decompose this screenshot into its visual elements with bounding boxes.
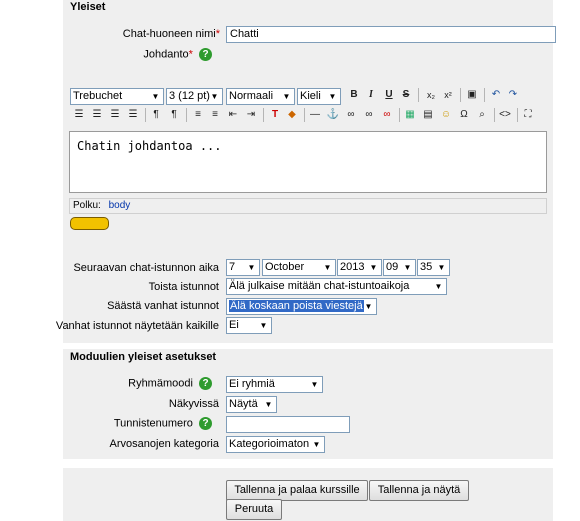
justify-icon[interactable]: ☰	[125, 107, 141, 123]
html-source-icon[interactable]: <>	[497, 107, 513, 123]
fullscreen-icon[interactable]: ⛶	[520, 107, 536, 123]
save-sessions-label: Säästä vanhat istunnot	[107, 300, 219, 312]
editor-statusbar: Polku: body	[69, 198, 547, 214]
toolbar-divider	[145, 108, 146, 122]
chevron-down-icon: ▼	[151, 92, 160, 101]
help-icon[interactable]: ?	[199, 48, 212, 61]
chevron-down-icon: ▼	[369, 263, 378, 272]
font-family-select[interactable]: Trebuchet ▼	[70, 88, 164, 105]
repeat-label: Toista istunnot	[148, 281, 219, 293]
chevron-down-icon: ▼	[403, 263, 412, 272]
toolbar-divider	[494, 108, 495, 122]
strikethrough-icon[interactable]: S	[398, 87, 414, 103]
image-icon[interactable]: ▦	[402, 107, 418, 123]
chevron-down-icon: ▼	[264, 400, 273, 409]
intro-label: Johdanto* ?	[143, 48, 212, 61]
anchor-icon[interactable]: ⚓	[325, 107, 341, 123]
chevron-down-icon: ▼	[328, 92, 337, 101]
name-label: Chat-huoneen nimi*	[122, 28, 220, 40]
smiley-icon[interactable]: ☺	[438, 107, 454, 123]
ltr-icon[interactable]: ¶	[148, 107, 164, 123]
background-color-icon[interactable]: ◆	[284, 107, 300, 123]
rtl-icon[interactable]: ¶	[166, 107, 182, 123]
align-center-icon[interactable]: ☰	[89, 107, 105, 123]
chevron-down-icon: ▼	[310, 380, 319, 389]
month-select[interactable]: October ▼	[262, 259, 336, 276]
show-sessions-select[interactable]: Ei ▼	[226, 317, 272, 334]
grade-category-label: Arvosanojen kategoria	[109, 438, 219, 450]
save-sessions-select[interactable]: Älä koskaan poista viestejä ▼	[226, 298, 377, 315]
minute-select[interactable]: 35 ▼	[417, 259, 450, 276]
show-sessions-label: Vanhat istunnot näytetään kaikille	[55, 320, 219, 332]
style-select[interactable]: Normaali ▼	[226, 88, 295, 105]
language-select[interactable]: Kieli ▼	[297, 88, 341, 105]
table-icon[interactable]: ▤	[420, 107, 436, 123]
general-legend: Yleiset	[70, 1, 106, 13]
chevron-down-icon: ▼	[437, 263, 446, 272]
italic-icon[interactable]: I	[363, 87, 379, 103]
save-and-display-button[interactable]: Tallenna ja näytä	[369, 480, 469, 501]
visible-select[interactable]: Näytä ▼	[226, 396, 277, 413]
required-icon: *	[215, 28, 220, 40]
undo-icon[interactable]: ↶	[488, 87, 504, 103]
clean-html-icon[interactable]: ▣	[464, 87, 480, 103]
hour-select[interactable]: 09 ▼	[383, 259, 416, 276]
nolink-icon[interactable]: ∞	[379, 107, 395, 123]
bold-icon[interactable]: B	[346, 87, 362, 103]
chevron-down-icon: ▼	[364, 302, 373, 311]
font-size-select[interactable]: 3 (12 pt) ▼	[166, 88, 223, 105]
align-right-icon[interactable]: ☰	[107, 107, 123, 123]
chevron-down-icon: ▼	[210, 92, 219, 101]
repeat-select[interactable]: Älä julkaise mitään chat-istuntoaikoja ▼	[226, 278, 447, 295]
year-select[interactable]: 2013 ▼	[337, 259, 382, 276]
search-replace-icon[interactable]: ⌕	[474, 107, 490, 123]
group-mode-select[interactable]: Ei ryhmiä ▼	[226, 376, 323, 393]
toolbar-divider	[263, 108, 264, 122]
superscript-icon[interactable]: x²	[440, 87, 456, 103]
editor-help-icon[interactable]	[70, 217, 109, 230]
outdent-icon[interactable]: ⇤	[225, 107, 241, 123]
chevron-down-icon: ▼	[247, 263, 256, 272]
grade-category-select[interactable]: Kategorioimaton ▼	[226, 436, 325, 453]
common-legend: Moduulien yleiset asetukset	[70, 351, 217, 363]
unlink-icon[interactable]: ∞	[361, 107, 377, 123]
chevron-down-icon: ▼	[323, 263, 332, 272]
idnumber-label: Tunnistenumero ?	[114, 417, 212, 430]
toolbar-divider	[186, 108, 187, 122]
intro-editor-area[interactable]: Chatin johdantoa ...	[69, 131, 547, 193]
indent-icon[interactable]: ⇥	[243, 107, 259, 123]
idnumber-input[interactable]	[226, 416, 350, 433]
text-color-icon[interactable]: T	[267, 107, 283, 123]
day-select[interactable]: 7 ▼	[226, 259, 260, 276]
link-icon[interactable]: ∞	[343, 107, 359, 123]
toolbar-divider	[418, 88, 419, 102]
underline-icon[interactable]: U	[381, 87, 397, 103]
toolbar-divider	[517, 108, 518, 122]
help-icon[interactable]: ?	[199, 417, 212, 430]
group-mode-label: Ryhmämoodi ?	[128, 377, 212, 390]
horizontal-rule-icon[interactable]: —	[307, 107, 323, 123]
subscript-icon[interactable]: x₂	[423, 87, 439, 103]
help-icon[interactable]: ?	[199, 377, 212, 390]
align-left-icon[interactable]: ☰	[71, 107, 87, 123]
toolbar-divider	[304, 108, 305, 122]
visible-label: Näkyvissä	[168, 398, 219, 410]
chevron-down-icon: ▼	[434, 282, 443, 291]
cancel-button[interactable]: Peruuta	[226, 499, 282, 520]
unordered-list-icon[interactable]: ≡	[207, 107, 223, 123]
toolbar-divider	[399, 108, 400, 122]
toolbar-divider	[484, 88, 485, 102]
path-link[interactable]: body	[109, 200, 131, 211]
toolbar-divider	[460, 88, 461, 102]
special-char-icon[interactable]: Ω	[456, 107, 472, 123]
required-icon: *	[188, 48, 193, 61]
name-input[interactable]: Chatti	[226, 26, 556, 43]
redo-icon[interactable]: ↷	[505, 87, 521, 103]
chevron-down-icon: ▼	[282, 92, 291, 101]
next-session-label: Seuraavan chat-istunnon aika	[73, 262, 219, 274]
chevron-down-icon: ▼	[259, 321, 268, 330]
ordered-list-icon[interactable]: ≡	[190, 107, 206, 123]
chevron-down-icon: ▼	[312, 440, 321, 449]
save-and-return-button[interactable]: Tallenna ja palaa kurssille	[226, 480, 368, 501]
